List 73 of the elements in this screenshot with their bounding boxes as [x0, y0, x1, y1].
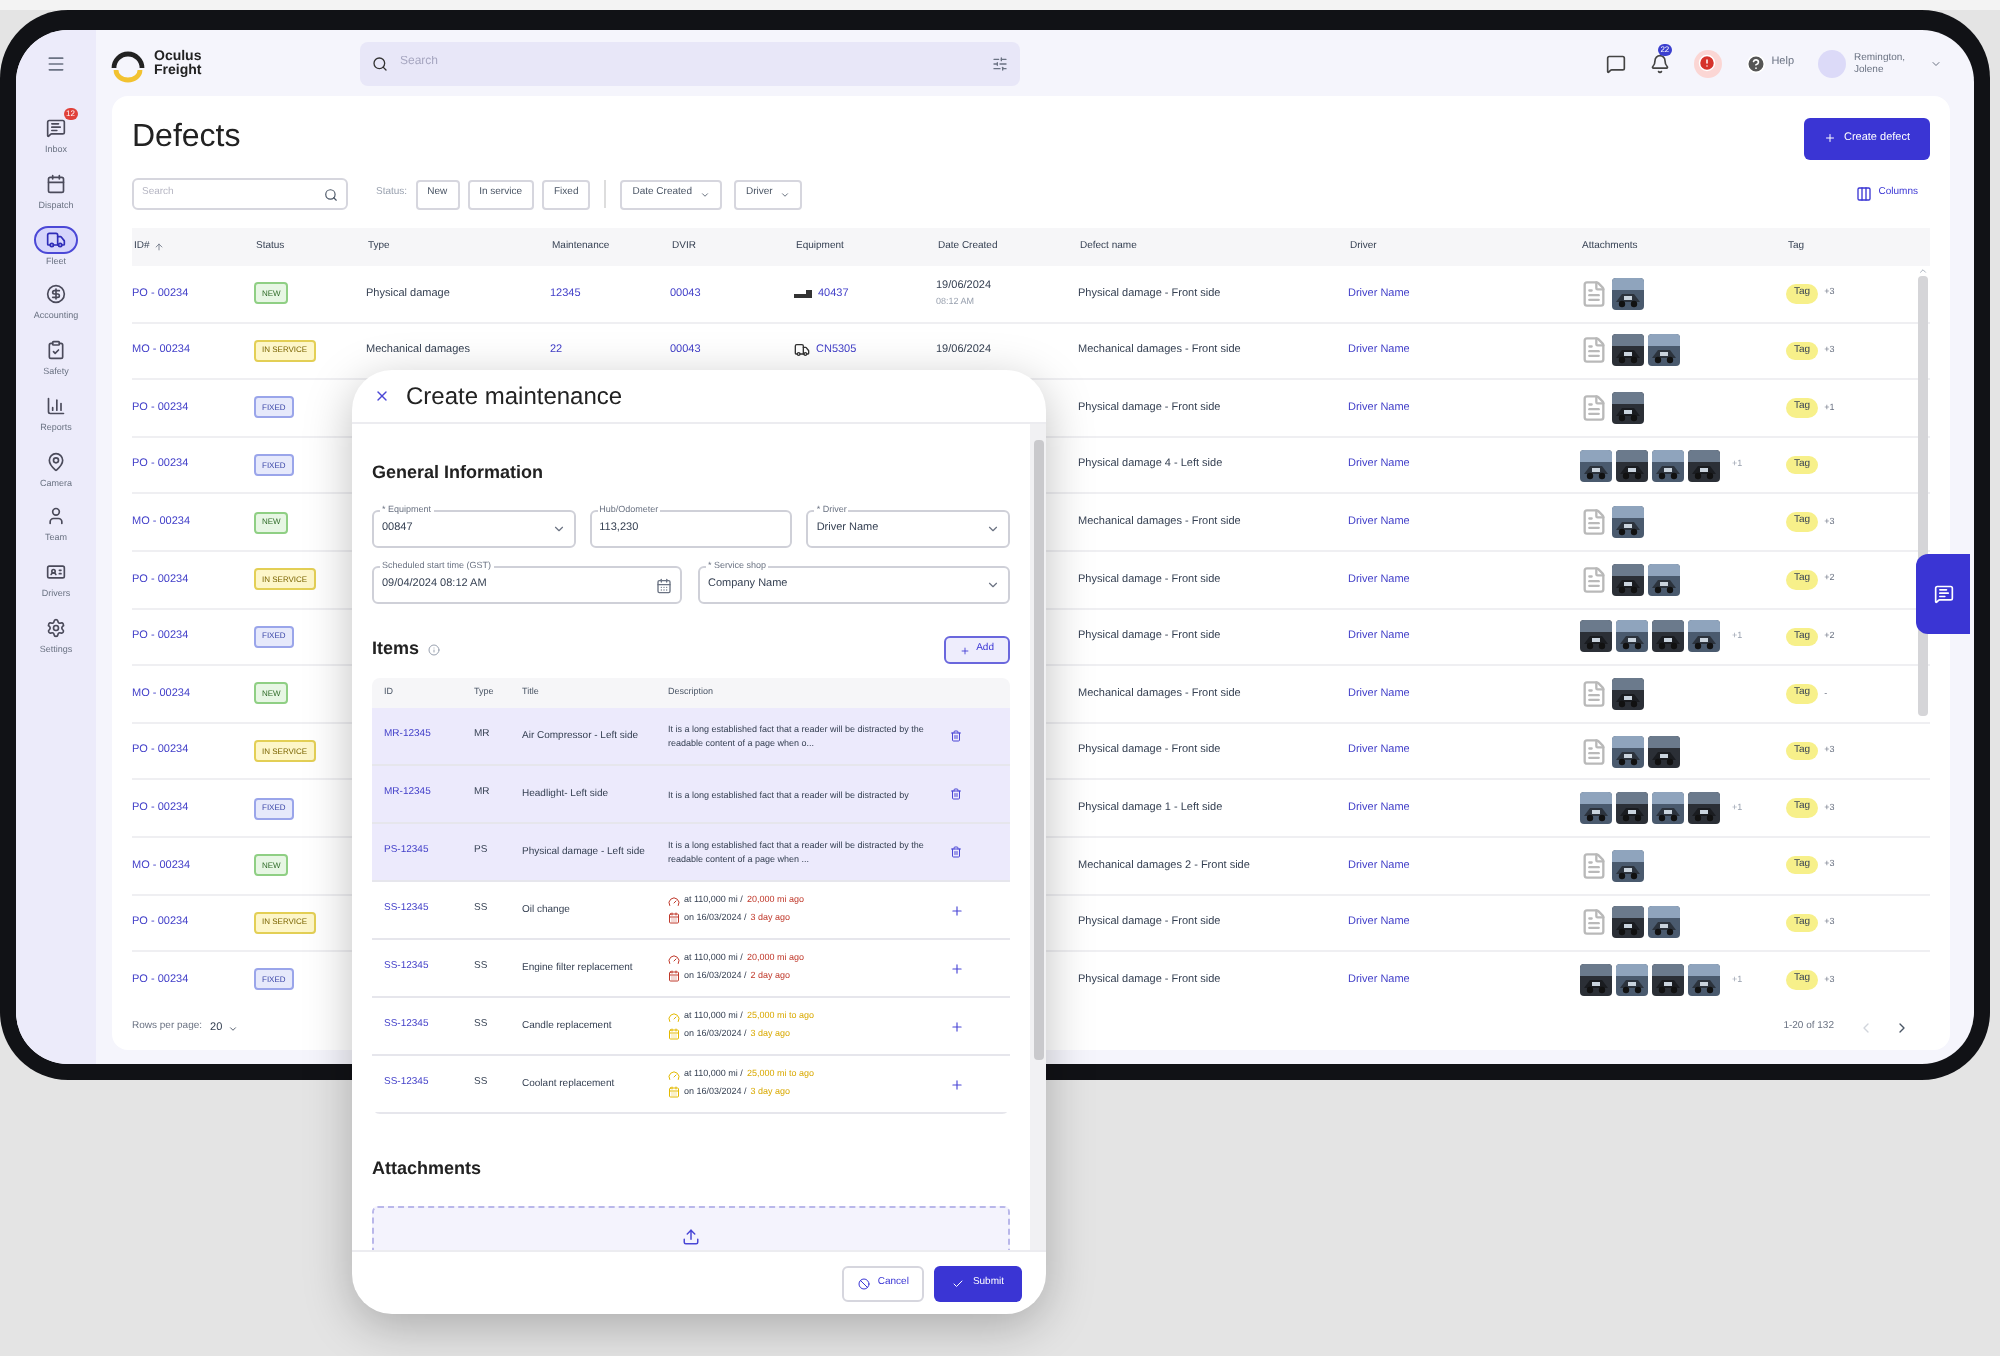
plus-icon[interactable]	[950, 1019, 964, 1033]
upload-icon	[682, 1227, 700, 1245]
calendar-icon	[668, 1086, 680, 1099]
upload-dropzone[interactable]	[372, 1206, 1010, 1250]
gauge-icon	[668, 895, 680, 908]
page-title: Defects	[132, 118, 241, 158]
trash-icon[interactable]	[950, 788, 962, 800]
caret-icon	[780, 189, 791, 199]
document-icon[interactable]	[1580, 508, 1608, 537]
document-icon[interactable]	[1580, 851, 1608, 880]
document-icon[interactable]	[1580, 393, 1608, 422]
info-icon[interactable]	[427, 644, 440, 656]
caret-icon	[699, 189, 710, 199]
section-heading: Items	[372, 636, 420, 663]
gauge-icon	[668, 1011, 680, 1024]
gauge-icon	[668, 953, 680, 966]
plus-icon[interactable]	[950, 1077, 964, 1091]
truck-icon	[794, 342, 810, 359]
chat-icon	[1933, 584, 1953, 604]
sort-icon[interactable]	[153, 242, 164, 252]
cancel-icon	[857, 1277, 870, 1289]
dropdown-icon	[985, 522, 1000, 536]
document-icon[interactable]	[1580, 737, 1608, 766]
next-page-icon[interactable]	[1894, 1020, 1910, 1036]
chat-button[interactable]	[1916, 554, 1970, 634]
gauge-icon	[668, 1069, 680, 1082]
calendar-icon	[668, 970, 680, 983]
calendar-icon	[46, 173, 66, 194]
scrollbar-thumb[interactable]	[1033, 440, 1043, 1060]
document-icon[interactable]	[1580, 679, 1608, 708]
help-icon[interactable]	[1745, 53, 1766, 73]
dropdown-icon[interactable]	[1930, 57, 1942, 69]
calendar-icon[interactable]	[656, 577, 672, 593]
menu-icon[interactable]	[46, 54, 66, 74]
close-icon[interactable]	[374, 388, 390, 404]
section-heading: General Information	[372, 462, 544, 482]
chart-icon	[46, 395, 66, 416]
document-icon[interactable]	[1580, 336, 1608, 365]
search-icon	[324, 187, 338, 201]
pin-icon	[46, 451, 66, 471]
document-icon[interactable]	[1580, 565, 1608, 594]
scroll-up-icon[interactable]	[1917, 266, 1927, 276]
trash-icon[interactable]	[950, 730, 962, 742]
section-heading: Attachments	[372, 1158, 482, 1178]
dialog-title: Create maintenance	[406, 380, 623, 414]
plus-icon[interactable]	[950, 903, 964, 917]
alert-icon[interactable]	[1698, 54, 1717, 72]
dropdown-icon	[986, 578, 1000, 592]
previous-page-icon[interactable]	[1858, 1020, 1874, 1036]
trash-icon[interactable]	[950, 846, 962, 858]
truck-icon	[46, 229, 66, 249]
filter-icon[interactable]	[992, 55, 1008, 71]
document-icon[interactable]	[1580, 908, 1608, 937]
plus-icon	[960, 645, 971, 655]
chat-icon[interactable]	[1605, 53, 1626, 73]
calendar-icon	[668, 1028, 680, 1041]
plus-icon[interactable]	[950, 961, 964, 975]
clipboard-icon	[46, 340, 66, 360]
columns-icon	[1856, 186, 1873, 202]
trailer-icon	[794, 287, 812, 300]
calendar-icon	[668, 912, 680, 925]
caret-icon	[228, 1023, 239, 1033]
id-card-icon	[46, 562, 66, 582]
check-icon	[952, 1277, 965, 1289]
coin-icon	[46, 284, 66, 305]
plus-icon	[1823, 132, 1836, 144]
dropdown-icon	[551, 522, 566, 536]
bell-icon[interactable]	[1649, 53, 1670, 73]
gear-icon	[46, 617, 66, 638]
search-icon	[372, 55, 388, 71]
person-icon	[46, 506, 66, 527]
document-icon[interactable]	[1580, 279, 1608, 308]
chat-icon	[46, 118, 66, 138]
